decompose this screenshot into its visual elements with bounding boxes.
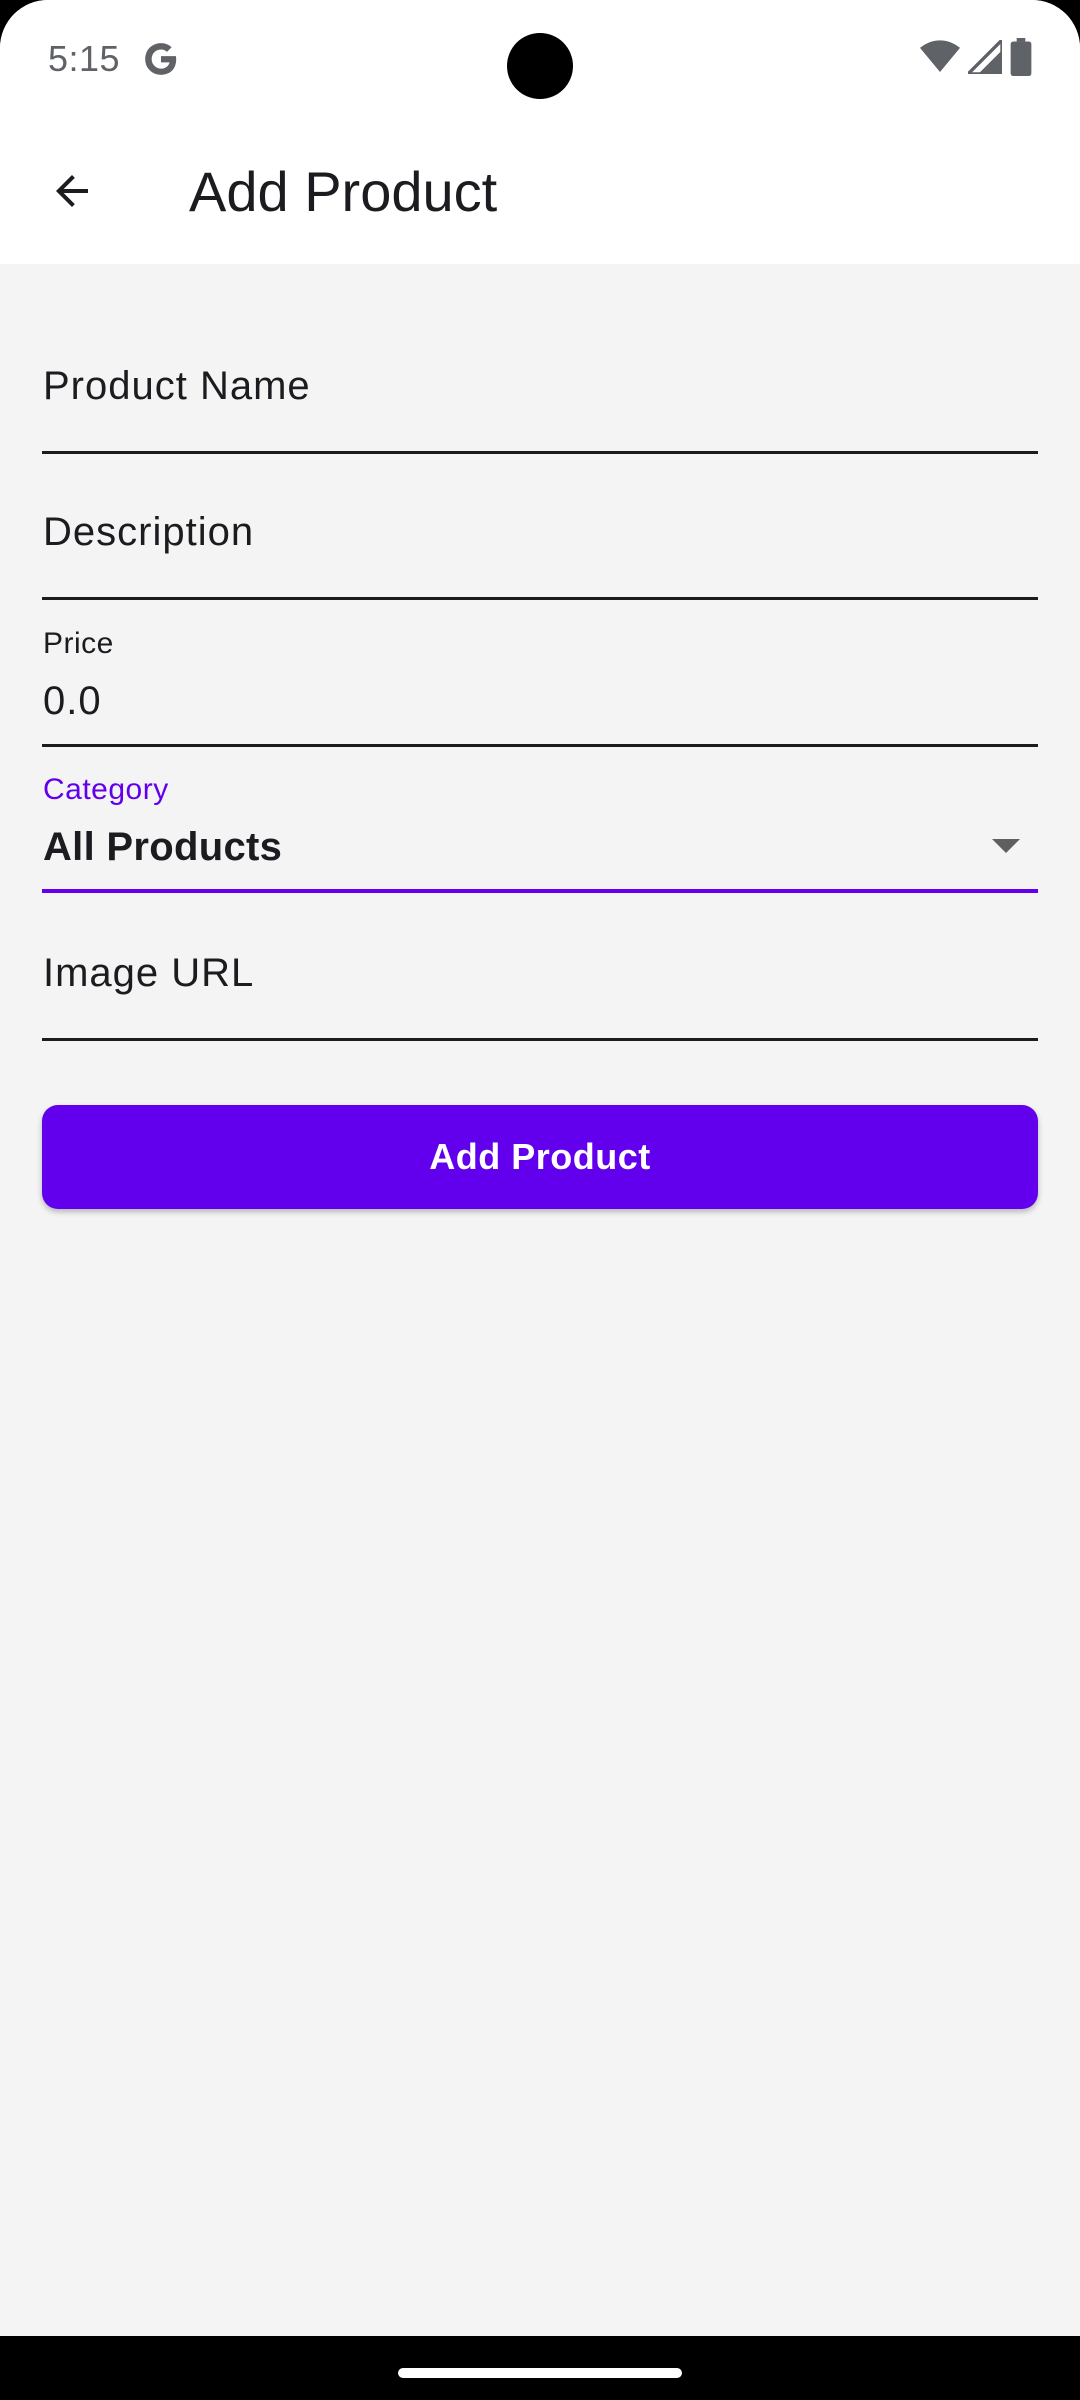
price-value: 0.0 [43,679,102,723]
cellular-signal-icon [963,35,1004,79]
category-underline [42,889,1038,893]
description-underline [42,597,1038,600]
google-icon [142,40,180,78]
image-url-label: Image URL [43,951,255,995]
price-field[interactable]: Price 0.0 [42,627,1038,747]
home-gesture-handle[interactable] [398,2368,682,2378]
status-time: 5:15 [48,38,121,79]
category-label: Category [43,773,169,806]
image-url-underline [42,1038,1038,1041]
product-name-field[interactable]: Product Name [42,334,1038,454]
status-icons [920,35,1032,81]
screen: 5:15 Add Product Product Name Descriptio… [0,0,1080,2400]
back-button[interactable] [30,151,114,235]
price-underline [42,744,1038,747]
category-dropdown[interactable]: Category All Products [42,773,1038,893]
product-name-underline [42,451,1038,454]
navigation-bar [0,2336,1080,2400]
arrow-back-icon [48,167,96,220]
description-field[interactable]: Description [42,480,1038,600]
add-product-button[interactable]: Add Product [42,1105,1038,1209]
description-label: Description [43,510,255,554]
battery-icon [1010,37,1032,81]
wifi-icon [920,39,960,80]
app-bar: Add Product [0,122,1080,264]
category-value: All Products [43,825,283,869]
status-bar: 5:15 [0,0,1080,122]
camera-cutout [507,33,573,99]
price-label: Price [43,627,114,660]
image-url-field[interactable]: Image URL [42,921,1038,1041]
dropdown-arrow-icon [992,839,1020,853]
product-name-label: Product Name [43,364,311,408]
page-title: Add Product [189,160,498,223]
